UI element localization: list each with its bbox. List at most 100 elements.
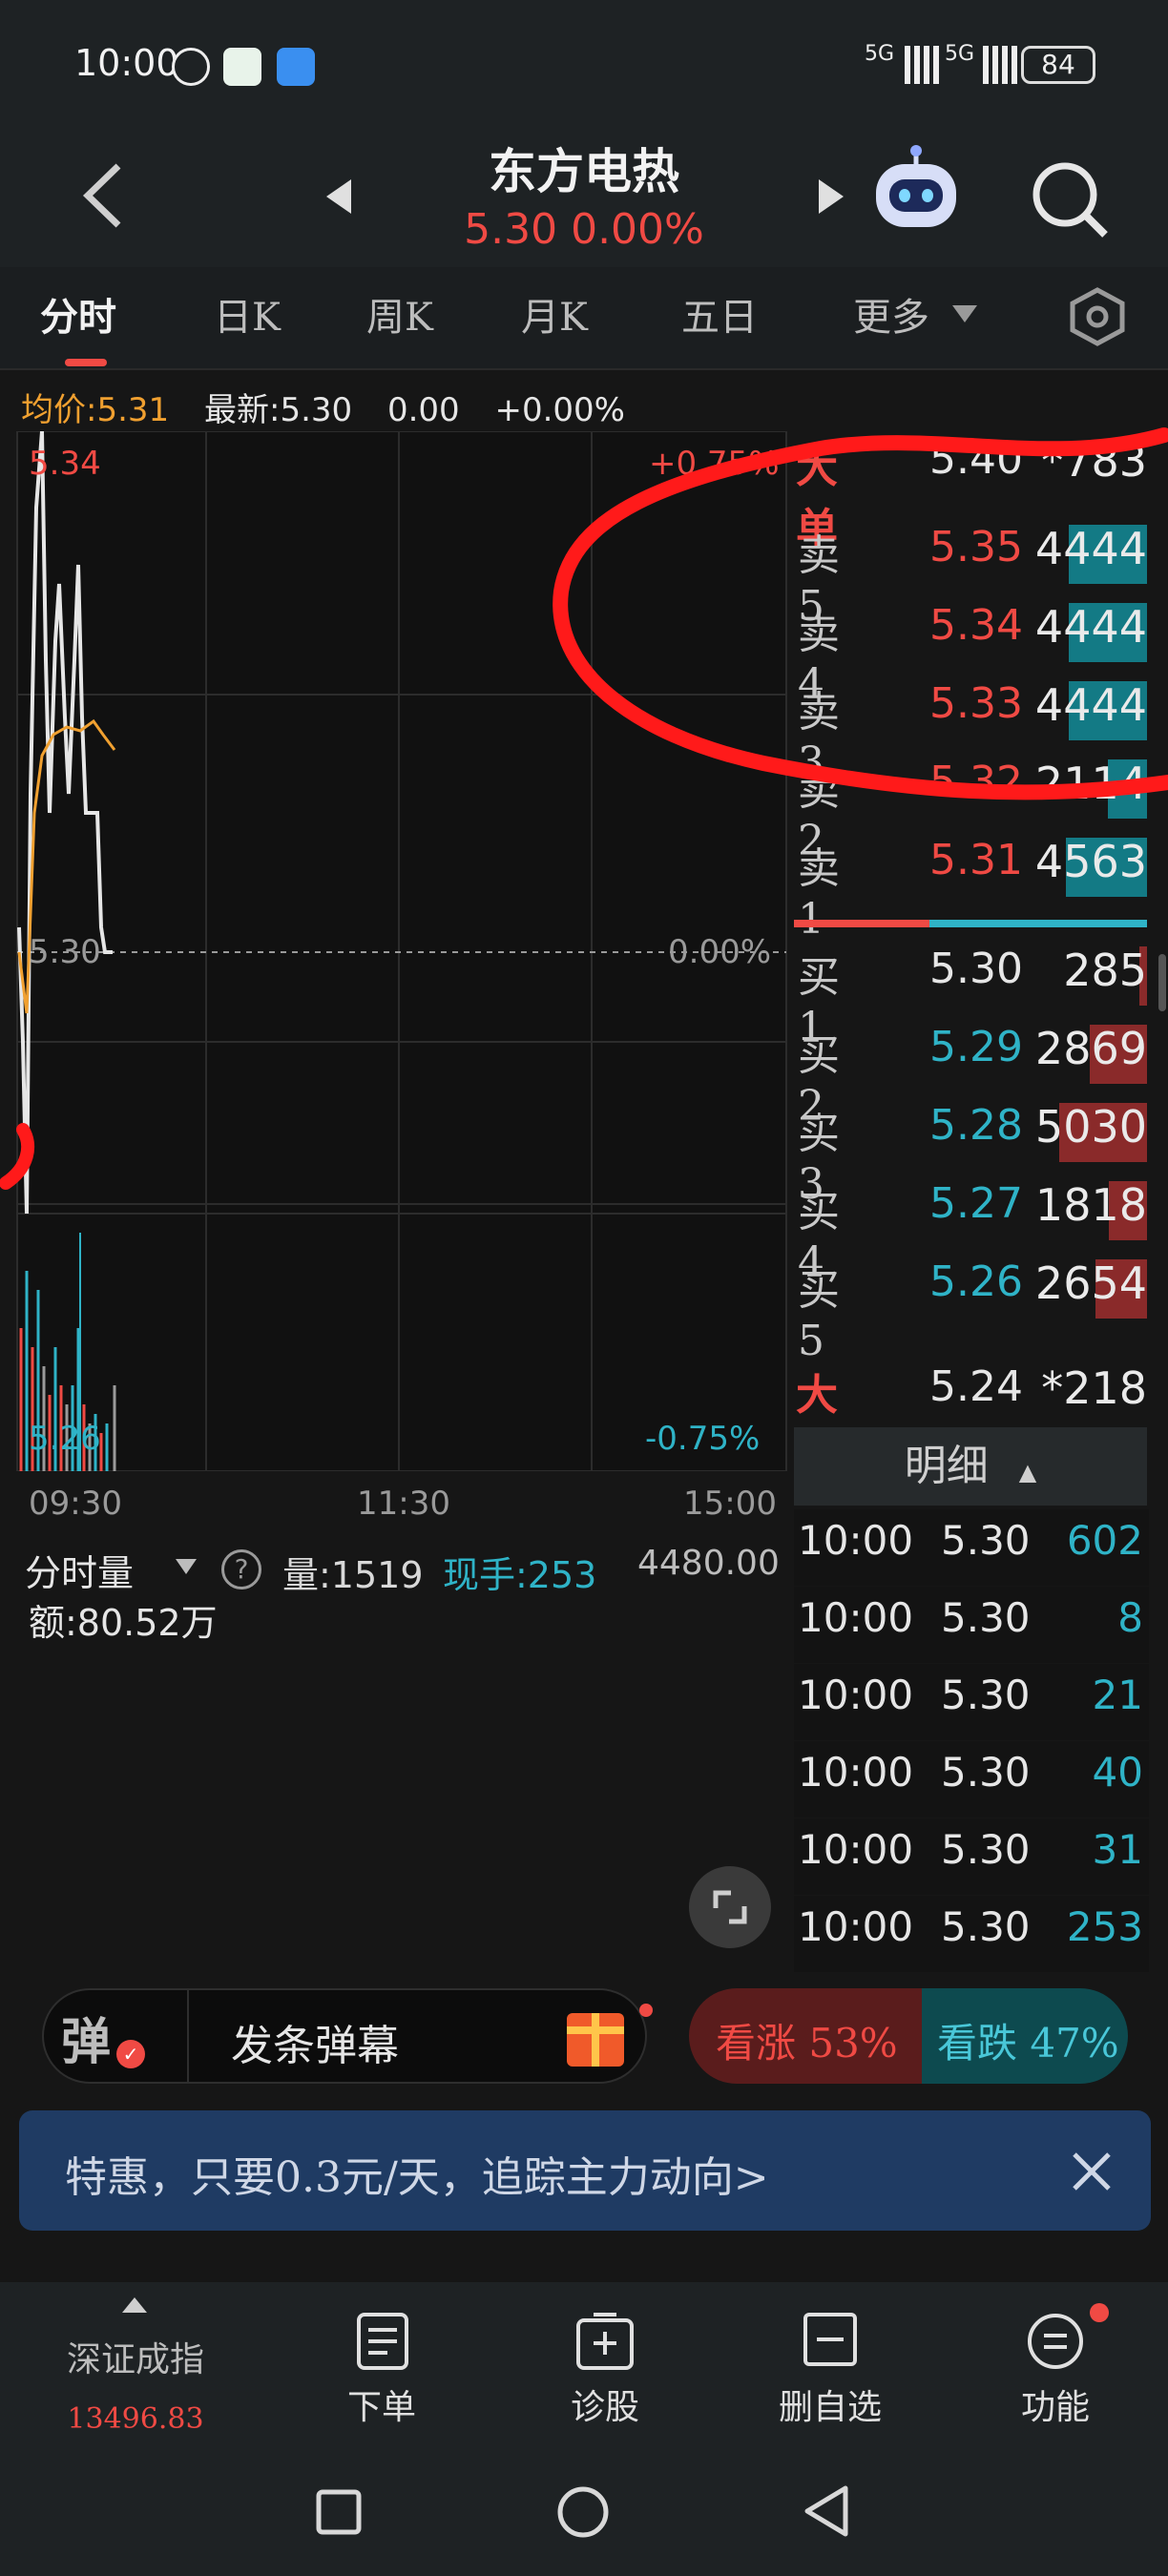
back-icon[interactable]: [802, 2484, 851, 2538]
order-level-volume: 2654: [1034, 1257, 1147, 1309]
menu-circle-icon: [1028, 2314, 1083, 2369]
y-axis-bottom-label: 5.26: [29, 1420, 101, 1458]
signal-icon-1: 5G: [865, 42, 895, 66]
trade-volume: 8: [1117, 1594, 1143, 1641]
hand-icon: [172, 48, 210, 86]
trade-time: 10:00: [798, 1517, 914, 1564]
trade-detail-row: 10:00 5.30 8: [794, 1587, 1149, 1663]
trade-price: 5.30: [941, 1672, 1031, 1718]
fullscreen-button[interactable]: [689, 1866, 771, 1948]
chevron-down-icon: [952, 305, 977, 322]
trade-time: 10:00: [798, 1826, 914, 1873]
notification-dot: [639, 2004, 653, 2017]
trade-time: 10:00: [798, 1672, 914, 1718]
danmu-input[interactable]: 发条弹幕: [231, 2011, 399, 2072]
volume-max: 4480.00: [637, 1544, 780, 1583]
battery-indicator: 84: [1021, 46, 1095, 84]
nav-label: 诊股: [570, 2388, 639, 2427]
settings-hexagon-icon[interactable]: [1067, 286, 1128, 347]
nav-label: 下单: [346, 2388, 416, 2427]
trade-price: 5.30: [941, 1517, 1031, 1564]
order-level-price: 5.26: [929, 1257, 1023, 1306]
turnover-amount: 额:80.52万: [29, 1602, 218, 1644]
volume-selector[interactable]: 分时量: [25, 1544, 134, 1596]
trade-detail-row: 10:00 5.30 31: [794, 1818, 1149, 1895]
promo-text: 特惠，只要0.3元/天，追踪主力动向>: [65, 2153, 769, 2202]
trade-volume: 40: [1092, 1749, 1143, 1796]
recent-apps-icon[interactable]: [315, 2488, 363, 2536]
weather-icon: [277, 48, 315, 86]
nav-label: 删自选: [778, 2388, 882, 2427]
promo-banner[interactable]: 特惠，只要0.3元/天，追踪主力动向>: [19, 2110, 1151, 2231]
status-time: 10:00: [74, 42, 179, 84]
tab-monthly-k[interactable]: 月K: [521, 286, 588, 342]
notification-dot: [1090, 2303, 1109, 2322]
trade-time: 10:00: [798, 1903, 914, 1950]
current-hand: 现手:253: [443, 1554, 597, 1596]
help-icon[interactable]: ?: [221, 1549, 261, 1589]
tab-daily-k[interactable]: 日K: [214, 286, 281, 342]
x-axis-label-noon: 11:30: [357, 1485, 450, 1523]
trade-volume: 21: [1092, 1672, 1143, 1718]
stock-price-change: 5.30 0.00%: [464, 205, 704, 254]
signal-bars-icon: [975, 46, 1017, 84]
trade-detail-row: 10:00 5.30 253: [794, 1896, 1149, 1972]
order-level-label: 买5: [798, 1266, 840, 1365]
trade-detail-row: 10:00 5.30 602: [794, 1509, 1149, 1586]
volume-selector-label: 分时量: [25, 1552, 135, 1594]
pct-axis-bottom-label: -0.75%: [645, 1420, 761, 1458]
danmu-bar[interactable]: 弹 ✓ 发条弹幕: [42, 1988, 653, 2084]
bearish-label: 看跌 47%: [937, 2020, 1119, 2067]
robot-assistant-icon[interactable]: [868, 143, 964, 239]
index-name: 深证成指: [66, 2340, 204, 2379]
active-tab-indicator: [65, 359, 107, 366]
minus-square-icon: [803, 2313, 857, 2366]
trade-detail-row: 10:00 5.30 21: [794, 1664, 1149, 1740]
chevron-down-icon: [176, 1559, 197, 1574]
tab-weekly-k[interactable]: 周K: [366, 286, 433, 342]
big-order-price: 5.24: [929, 1362, 1023, 1411]
nav-place-order[interactable]: 下单: [315, 2311, 448, 2454]
nav-diagnose-stock[interactable]: 诊股: [538, 2311, 672, 2454]
home-icon[interactable]: [555, 2484, 611, 2540]
trade-price: 5.30: [941, 1826, 1031, 1873]
check-icon: ✓: [116, 2040, 145, 2068]
gift-icon[interactable]: [567, 2013, 624, 2067]
expand-icon: [713, 1890, 747, 1924]
trade-details-header[interactable]: 明细 ▲: [794, 1427, 1147, 1506]
signal-icon-2: 5G: [945, 42, 975, 66]
trade-price: 5.30: [941, 1903, 1031, 1950]
trade-time: 10:00: [798, 1749, 914, 1796]
index-value: 13496.83: [67, 2402, 204, 2436]
bullish-label: 看涨 53%: [716, 2020, 898, 2067]
tab-five-day[interactable]: 五日: [681, 286, 758, 342]
nav-remove-watchlist[interactable]: 删自选: [763, 2311, 897, 2454]
order-document-icon: [357, 2313, 408, 2370]
trade-volume: 31: [1092, 1826, 1143, 1873]
nav-label: 功能: [1020, 2388, 1090, 2427]
trade-volume: 602: [1066, 1517, 1143, 1564]
danmu-badge-label: 弹: [61, 2013, 112, 2071]
sort-up-icon: ▲: [1018, 1459, 1037, 1485]
tab-intraday[interactable]: 分时: [40, 286, 116, 342]
x-axis-label-close: 15:00: [683, 1485, 777, 1523]
trade-price: 5.30: [941, 1749, 1031, 1796]
tab-more[interactable]: 更多: [853, 286, 929, 342]
close-icon[interactable]: [1071, 2150, 1113, 2192]
big-order-volume: *218: [1041, 1362, 1147, 1414]
trade-time: 10:00: [798, 1594, 914, 1641]
trade-price: 5.30: [941, 1594, 1031, 1641]
trade-details-label: 明细: [904, 1442, 989, 1490]
app-notification-icon: [223, 48, 261, 86]
next-stock-icon[interactable]: [817, 177, 845, 216]
search-icon[interactable]: [1031, 160, 1111, 240]
diagnose-icon: [576, 2313, 634, 2370]
divider: [187, 1990, 189, 2082]
trade-detail-row: 10:00 5.30 40: [794, 1741, 1149, 1818]
signal-bars-icon: [897, 46, 939, 84]
sentiment-vote: 看涨 53% 看跌 47%: [689, 1988, 1128, 2084]
index-ticker[interactable]: 深证成指 13496.83: [38, 2292, 233, 2454]
volume-quantity: 量:1519: [282, 1554, 424, 1596]
nav-functions[interactable]: 功能: [989, 2303, 1122, 2454]
x-axis-label-open: 09:30: [29, 1485, 122, 1523]
